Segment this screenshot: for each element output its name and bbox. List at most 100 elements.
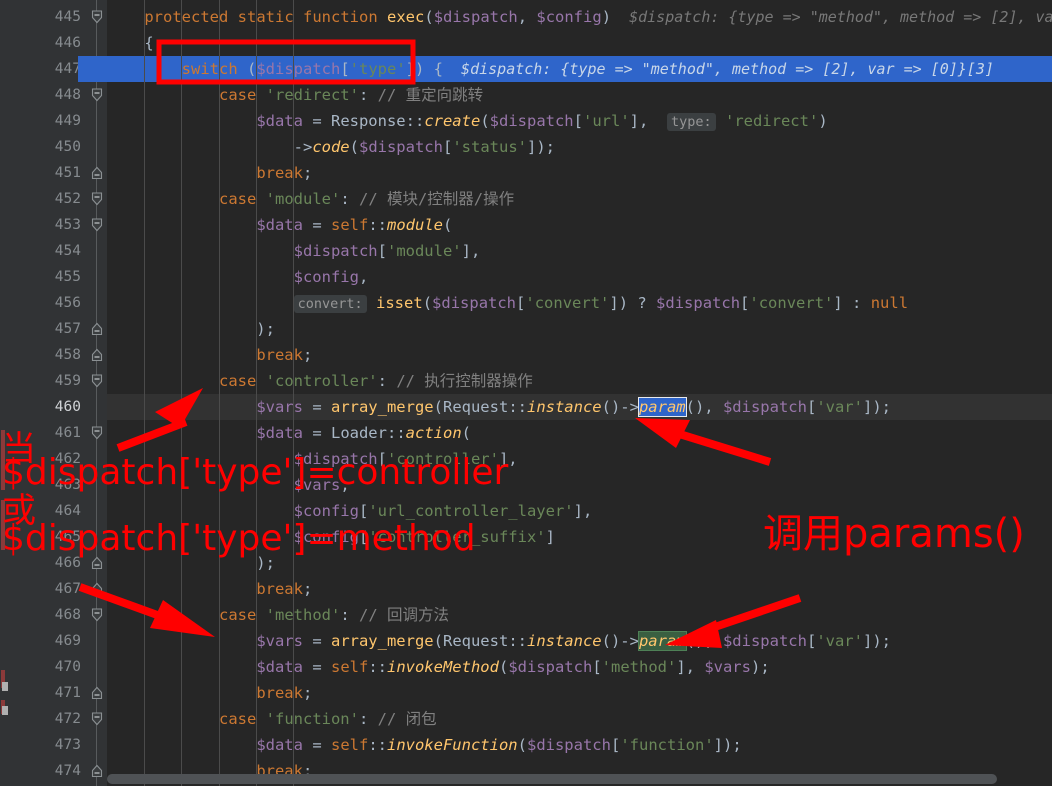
gutter-line[interactable]: 448 xyxy=(11,82,107,108)
line-number: 460 xyxy=(54,399,81,415)
change-marker[interactable] xyxy=(1,430,5,490)
code-line[interactable]: break; xyxy=(107,680,1052,706)
code-editor[interactable]: 445 446 447 448 449 450 451 452 453 454 455 456 457 4… xyxy=(0,0,1052,786)
code-line[interactable]: $data = Response::create($dispatch['url'… xyxy=(107,108,1052,134)
fold-collapse-icon[interactable] xyxy=(89,217,105,233)
code-line[interactable]: $data = self::invokeFunction($dispatch['… xyxy=(107,732,1052,758)
gutter-line[interactable]: 456 xyxy=(11,290,107,316)
fold-collapse-icon[interactable] xyxy=(89,711,105,727)
code-line[interactable]: $config['controller_suffix'] xyxy=(107,524,1052,550)
gutter-line[interactable]: 467 xyxy=(11,576,107,602)
gutter-line[interactable]: 445 xyxy=(11,4,107,30)
fold-expand-end-icon[interactable] xyxy=(89,321,105,337)
change-marker[interactable] xyxy=(1,500,5,550)
gutter-line[interactable]: 474 xyxy=(11,758,107,784)
line-number-gutter[interactable]: 445 446 447 448 449 450 451 452 453 454 455 456 457 4… xyxy=(11,0,118,786)
code-line[interactable]: case 'module': // 模块/控制器/操作 xyxy=(107,186,1052,212)
highlighted-identifier-param[interactable]: param xyxy=(637,631,687,651)
fold-collapse-icon[interactable] xyxy=(89,9,105,25)
gutter-line[interactable]: 463 xyxy=(11,472,107,498)
line-number: 453 xyxy=(54,217,81,233)
code-line[interactable]: ->code($dispatch['status']); xyxy=(107,134,1052,160)
code-line[interactable]: protected static function exec($dispatch… xyxy=(107,4,1052,30)
code-line[interactable]: $config['url_controller_layer'], xyxy=(107,498,1052,524)
code-line[interactable]: $vars, xyxy=(107,472,1052,498)
gutter-line[interactable]: 472 xyxy=(11,706,107,732)
code-line[interactable]: case 'method': // 回调方法 xyxy=(107,602,1052,628)
code-line[interactable]: case 'redirect': // 重定向跳转 xyxy=(107,82,1052,108)
fold-expand-end-icon[interactable] xyxy=(89,165,105,181)
code-line[interactable]: { xyxy=(107,30,1052,56)
fold-expand-end-icon[interactable] xyxy=(89,581,105,597)
gutter-line[interactable]: 449 xyxy=(11,108,107,134)
gutter-line[interactable]: 473 xyxy=(11,732,107,758)
code-line[interactable]: ); xyxy=(107,316,1052,342)
code-line[interactable]: $dispatch['module'], xyxy=(107,238,1052,264)
highlighted-identifier-param[interactable]: param xyxy=(637,397,687,417)
gutter-line[interactable]: 457 xyxy=(11,316,107,342)
gutter-line[interactable]: 459 xyxy=(11,368,107,394)
code-line[interactable]: break; xyxy=(107,160,1052,186)
code-line[interactable]: switch ($dispatch['type']) { $dispatch: … xyxy=(107,56,1052,82)
line-number: 472 xyxy=(54,711,81,727)
gutter-line[interactable]: 453 xyxy=(11,212,107,238)
code-line[interactable]: $vars = array_merge(Request::instance()-… xyxy=(107,628,1052,654)
line-number: 462 xyxy=(54,451,81,467)
gutter-line[interactable]: 460 xyxy=(11,394,107,420)
code-line[interactable]: case 'controller': // 执行控制器操作 xyxy=(107,368,1052,394)
gutter-line[interactable]: 446 xyxy=(11,30,107,56)
line-number: 446 xyxy=(54,35,81,51)
gutter-line[interactable]: 451 xyxy=(11,160,107,186)
fold-expand-end-icon[interactable] xyxy=(89,763,105,779)
fold-expand-end-icon[interactable] xyxy=(89,685,105,701)
change-marker-strip[interactable] xyxy=(0,0,11,786)
code-line[interactable]: $data = self::invokeMethod($dispatch['me… xyxy=(107,654,1052,680)
line-number: 457 xyxy=(54,321,81,337)
code-line[interactable]: break; xyxy=(107,576,1052,602)
line-number: 449 xyxy=(54,113,81,129)
code-line[interactable]: $data = self::module( xyxy=(107,212,1052,238)
line-number: 474 xyxy=(54,763,81,779)
gutter-line[interactable]: 450 xyxy=(11,134,107,160)
code-line[interactable]: $config, xyxy=(107,264,1052,290)
gutter-line[interactable]: 452 xyxy=(11,186,107,212)
line-number: 459 xyxy=(54,373,81,389)
gutter-line[interactable]: 465 xyxy=(11,524,107,550)
gutter-line[interactable]: 455 xyxy=(11,264,107,290)
parameter-hint: type: xyxy=(667,113,716,131)
code-line[interactable]: convert: isset($dispatch['convert']) ? $… xyxy=(107,290,1052,316)
line-number: 458 xyxy=(54,347,81,363)
code-line[interactable]: break; xyxy=(107,342,1052,368)
gutter-line[interactable]: 469 xyxy=(11,628,107,654)
line-number: 450 xyxy=(54,139,81,155)
code-line[interactable]: $data = Loader::action( xyxy=(107,420,1052,446)
line-number: 451 xyxy=(54,165,81,181)
gutter-line[interactable]: 454 xyxy=(11,238,107,264)
line-number: 466 xyxy=(54,555,81,571)
gutter-line[interactable]: 466 xyxy=(11,550,107,576)
fold-collapse-icon[interactable] xyxy=(89,87,105,103)
gutter-line[interactable]: 464 xyxy=(11,498,107,524)
gutter-line[interactable]: 470 xyxy=(11,654,107,680)
gutter-line[interactable]: 458 xyxy=(11,342,107,368)
marker-caret-icon xyxy=(2,706,8,715)
fold-collapse-icon[interactable] xyxy=(89,425,105,441)
horizontal-scrollbar-thumb[interactable] xyxy=(107,774,997,784)
gutter-line[interactable]: 468 xyxy=(11,602,107,628)
fold-collapse-icon[interactable] xyxy=(89,373,105,389)
code-line[interactable]: $vars = array_merge(Request::instance()-… xyxy=(107,394,1052,420)
code-content-area[interactable]: protected static function exec($dispatch… xyxy=(107,0,1052,786)
fold-collapse-icon[interactable] xyxy=(89,191,105,207)
fold-expand-end-icon[interactable] xyxy=(89,555,105,571)
gutter-line[interactable]: 462 xyxy=(11,446,107,472)
horizontal-scrollbar[interactable] xyxy=(107,772,1052,786)
gutter-line[interactable]: 471 xyxy=(11,680,107,706)
line-number: 445 xyxy=(54,9,81,25)
code-line[interactable]: case 'function': // 闭包 xyxy=(107,706,1052,732)
line-number: 461 xyxy=(54,425,81,441)
gutter-line[interactable]: 461 xyxy=(11,420,107,446)
code-line[interactable]: ); xyxy=(107,550,1052,576)
code-line[interactable]: $dispatch['controller'], xyxy=(107,446,1052,472)
fold-collapse-icon[interactable] xyxy=(89,607,105,623)
fold-expand-end-icon[interactable] xyxy=(89,347,105,363)
